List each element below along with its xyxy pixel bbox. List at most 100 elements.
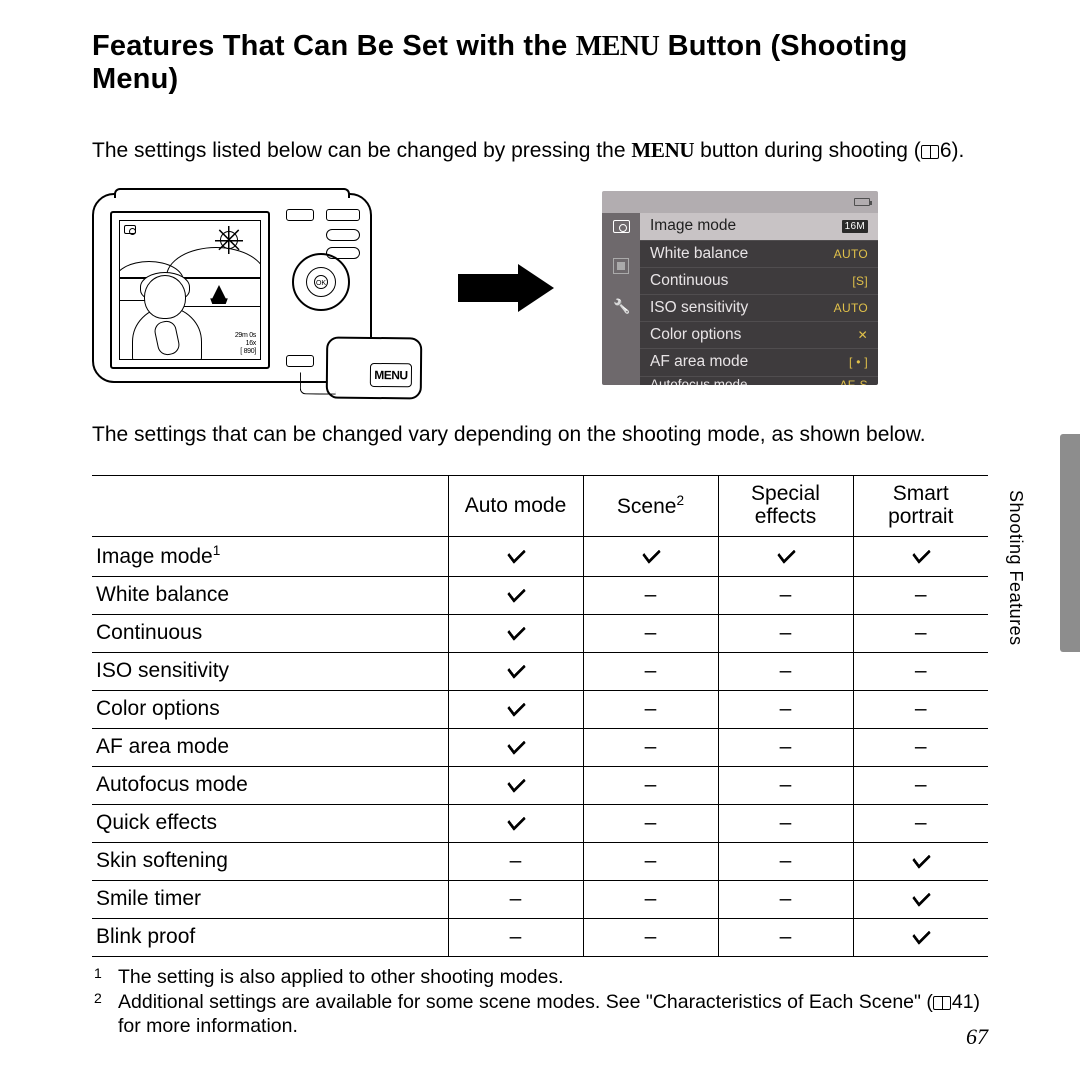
dash: – bbox=[645, 849, 657, 872]
row-label: Color options bbox=[92, 690, 448, 728]
dash: – bbox=[645, 773, 657, 796]
dash: – bbox=[645, 925, 657, 948]
row-label: White balance bbox=[92, 576, 448, 614]
menu-item-value: 16M bbox=[842, 220, 868, 233]
menu-item: Color options✕ bbox=[640, 322, 878, 349]
check-icon bbox=[505, 625, 527, 639]
table-cell bbox=[853, 880, 988, 918]
dash: – bbox=[915, 697, 927, 720]
row-label: Smile timer bbox=[92, 880, 448, 918]
check-icon bbox=[910, 548, 932, 562]
row-label: Skin softening bbox=[92, 842, 448, 880]
menu-panel: Image mode16MWhite balanceAUTOContinuous… bbox=[602, 191, 878, 385]
check-icon bbox=[505, 663, 527, 677]
dash: – bbox=[780, 887, 792, 910]
table-cell bbox=[583, 536, 718, 576]
menu-item: Autofocus modeAF-S bbox=[640, 377, 878, 386]
table-cell: – bbox=[718, 880, 853, 918]
table-cell bbox=[853, 842, 988, 880]
menu-item-value: AF-S bbox=[839, 378, 868, 386]
column-header: Specialeffects bbox=[718, 476, 853, 536]
table-cell: – bbox=[853, 804, 988, 842]
dash: – bbox=[780, 697, 792, 720]
dash: – bbox=[915, 735, 927, 758]
diagram-row: 29m 0s 16x [ 890] OK MENU bbox=[92, 191, 988, 385]
dash: – bbox=[780, 773, 792, 796]
menu-item: White balanceAUTO bbox=[640, 241, 878, 268]
shooting-mode-icon bbox=[124, 225, 136, 234]
dash: – bbox=[915, 811, 927, 834]
table-cell: – bbox=[583, 652, 718, 690]
row-label: ISO sensitivity bbox=[92, 652, 448, 690]
menu-item-label: Continuous bbox=[650, 272, 728, 290]
camera-tab-icon bbox=[611, 217, 631, 235]
table-cell bbox=[718, 536, 853, 576]
dash: – bbox=[645, 621, 657, 644]
menu-item-label: ISO sensitivity bbox=[650, 299, 748, 317]
person-illustration bbox=[130, 275, 204, 360]
table-cell: – bbox=[853, 614, 988, 652]
footnote-2: 2 Additional settings are available for … bbox=[94, 990, 988, 1040]
dash: – bbox=[645, 659, 657, 682]
table-row: AF area mode––– bbox=[92, 728, 988, 766]
table-cell: – bbox=[583, 614, 718, 652]
table-cell: – bbox=[718, 918, 853, 956]
effects-tab-icon bbox=[611, 257, 631, 275]
table-cell bbox=[448, 728, 583, 766]
check-icon bbox=[505, 777, 527, 791]
camera-illustration: 29m 0s 16x [ 890] OK MENU bbox=[92, 193, 372, 383]
table-row: White balance – – – bbox=[92, 576, 988, 614]
table-cell: – bbox=[583, 918, 718, 956]
menu-item-value: AUTO bbox=[834, 301, 868, 315]
dash: – bbox=[915, 583, 927, 606]
table-cell: – bbox=[853, 728, 988, 766]
menu-word: MENU bbox=[576, 31, 660, 62]
control-button bbox=[286, 355, 314, 367]
table-cell: – bbox=[583, 690, 718, 728]
table-cell: – bbox=[583, 576, 718, 614]
mid-paragraph: The settings that can be changed vary de… bbox=[92, 423, 988, 447]
menu-item-value: [ • ] bbox=[849, 355, 868, 369]
check-icon bbox=[910, 853, 932, 867]
dash: – bbox=[780, 659, 792, 682]
check-icon bbox=[505, 739, 527, 753]
table-row: Blink proof––– bbox=[92, 918, 988, 956]
menu-item-label: White balance bbox=[650, 245, 748, 263]
thumb-index bbox=[1060, 434, 1080, 652]
table-cell bbox=[853, 918, 988, 956]
check-icon bbox=[775, 548, 797, 562]
check-icon bbox=[505, 701, 527, 715]
table-cell: – bbox=[718, 766, 853, 804]
table-cell: – bbox=[583, 842, 718, 880]
dash: – bbox=[645, 583, 657, 606]
table-cell bbox=[448, 804, 583, 842]
menu-item-label: Image mode bbox=[650, 217, 736, 235]
menu-item: Image mode 16M bbox=[640, 213, 878, 240]
arrow-right-icon bbox=[458, 264, 562, 312]
dash: – bbox=[780, 811, 792, 834]
screen-status-text: 29m 0s 16x [ 890] bbox=[235, 332, 256, 355]
menu-item: ISO sensitivity AUTO bbox=[640, 295, 878, 322]
menu-item: AF area mode [ • ] bbox=[640, 349, 878, 376]
table-cell bbox=[448, 536, 583, 576]
page-ref-icon bbox=[921, 145, 939, 159]
control-button bbox=[286, 209, 314, 221]
table-cell bbox=[448, 690, 583, 728]
table-cell: – bbox=[583, 880, 718, 918]
dash: – bbox=[645, 811, 657, 834]
dash: – bbox=[510, 849, 522, 872]
intro-paragraph: The settings listed below can be changed… bbox=[92, 136, 988, 165]
page-number: 67 bbox=[966, 1024, 988, 1050]
table-cell: – bbox=[583, 728, 718, 766]
dash: – bbox=[780, 849, 792, 872]
control-button bbox=[326, 209, 360, 221]
menu-item-label: AF area mode bbox=[650, 353, 748, 371]
menu-list: Image mode16MWhite balanceAUTOContinuous… bbox=[640, 213, 878, 385]
section-label: Shooting Features bbox=[1005, 490, 1026, 646]
menu-header bbox=[602, 191, 878, 213]
check-icon bbox=[505, 587, 527, 601]
dash: – bbox=[510, 925, 522, 948]
table-row: Image mode1 bbox=[92, 536, 988, 576]
dash: – bbox=[780, 583, 792, 606]
table-cell bbox=[448, 766, 583, 804]
